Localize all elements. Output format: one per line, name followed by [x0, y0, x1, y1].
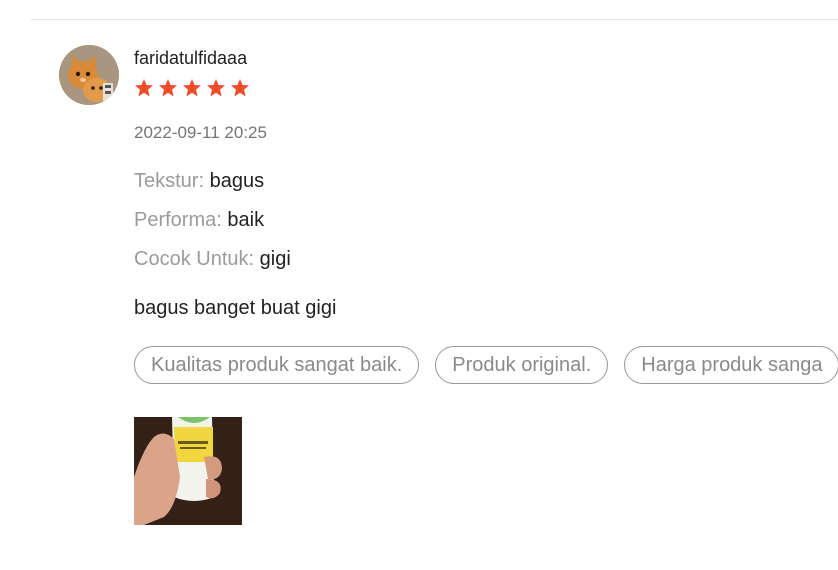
attribute-key: Tekstur:: [134, 170, 205, 192]
avatar[interactable]: [59, 45, 119, 105]
attribute-performa: Performa: baik: [134, 209, 264, 232]
attribute-key: Performa:: [134, 209, 222, 231]
star-icon: [231, 79, 249, 97]
product-photo-icon: [134, 417, 242, 525]
review-tag: Produk original.: [435, 346, 609, 384]
star-icon: [135, 79, 153, 97]
review-comment: bagus banget buat gigi: [134, 297, 337, 319]
star-icon: [183, 79, 201, 97]
username: faridatulfidaaa: [134, 48, 248, 68]
attribute-cocok-untuk: Cocok Untuk: gigi: [134, 248, 291, 271]
attribute-value: bagus: [209, 170, 265, 192]
top-divider: [30, 19, 838, 20]
attribute-value: gigi: [259, 248, 291, 270]
review-tags: Kualitas produk sangat baik. Produk orig…: [134, 346, 838, 384]
star-icon: [207, 79, 225, 97]
attribute-value: baik: [227, 209, 265, 231]
review-photo-thumbnail[interactable]: [134, 417, 242, 525]
attribute-tekstur: Tekstur: bagus: [134, 170, 264, 193]
star-rating: [134, 78, 250, 98]
review-tag: Kualitas produk sangat baik.: [134, 346, 420, 384]
attribute-key: Cocok Untuk:: [134, 248, 255, 270]
cat-avatar-icon: [59, 45, 119, 105]
review-timestamp: 2022-09-11 20:25: [134, 123, 267, 142]
review-tag: Harga produk sanga: [624, 346, 838, 384]
star-icon: [159, 79, 177, 97]
